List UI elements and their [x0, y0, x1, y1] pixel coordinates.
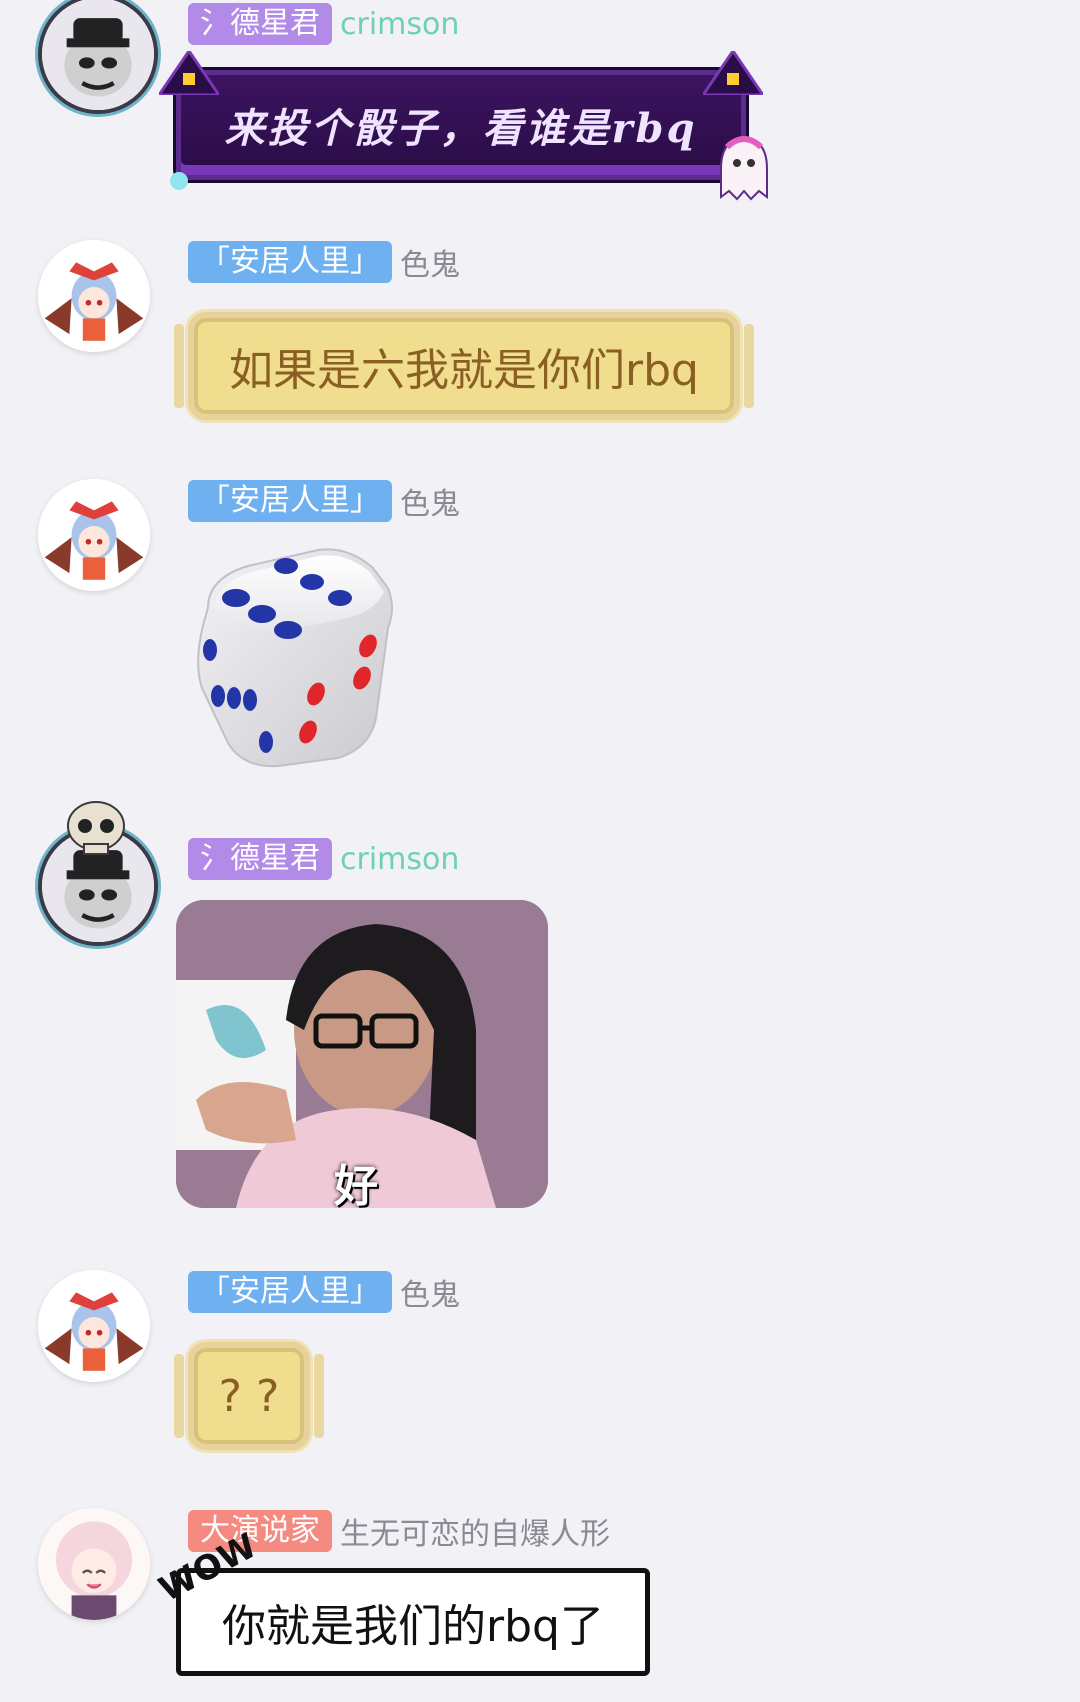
sender-row: 「安居人里」 色鬼 [188, 1270, 460, 1314]
user-avatar[interactable] [38, 479, 150, 591]
avatar-anime-girl-icon [38, 240, 150, 352]
user-avatar[interactable] [38, 240, 150, 352]
message-bubble[interactable]: 你就是我们的rbq了 [176, 1568, 650, 1676]
user-title-badge: 「安居人里」 [188, 480, 392, 522]
sender-row: 氵德星君 crimson [188, 2, 459, 46]
sender-row: 「安居人里」 色鬼 [188, 240, 460, 284]
message-text: ? ? [218, 1370, 280, 1422]
message-text: 如果是六我就是你们rbq [229, 345, 699, 396]
ghost-icon [720, 136, 768, 201]
dice-icon[interactable] [188, 548, 398, 768]
sender-nickname[interactable]: 色鬼 [400, 1270, 460, 1314]
message-bubble[interactable]: 如果是六我就是你们rbq [174, 312, 754, 420]
sender-nickname[interactable]: 色鬼 [400, 240, 460, 284]
message-bubble[interactable]: ? ? [174, 1342, 324, 1450]
sender-row: 「安居人里」 色鬼 [188, 479, 460, 523]
sticker-image[interactable]: 好 [176, 900, 548, 1208]
user-avatar[interactable] [38, 1508, 150, 1620]
skull-icon [67, 801, 125, 855]
message-bubble[interactable]: 来投个骰子，看谁是rbq [159, 51, 768, 201]
user-avatar[interactable] [38, 0, 158, 114]
user-avatar[interactable] [38, 1270, 150, 1382]
sticker-caption: 好 [334, 1161, 378, 1208]
avatar-anime-girl-icon [38, 1270, 150, 1382]
user-title-badge: 氵德星君 [188, 838, 332, 880]
avatar-anime-girl-icon [38, 479, 150, 591]
sender-nickname[interactable]: 色鬼 [400, 479, 460, 523]
avatar-pink-hair-girl-icon [38, 1508, 150, 1620]
user-title-badge: 「安居人里」 [188, 1271, 392, 1313]
sender-nickname[interactable]: crimson [340, 842, 459, 877]
user-title-badge: 「安居人里」 [188, 241, 392, 283]
message-text: 来投个骰子，看谁是rbq [224, 105, 698, 152]
message-text: 你就是我们的rbq了 [222, 1601, 604, 1652]
sender-nickname[interactable]: 生无可恋的自爆人形 [340, 1509, 610, 1553]
sender-nickname[interactable]: crimson [340, 7, 459, 42]
user-title-badge: 氵德星君 [188, 3, 332, 45]
sparkle-icon [170, 172, 188, 190]
avatar-jotaro-icon [42, 0, 154, 110]
sender-row: 氵德星君 crimson [188, 837, 459, 881]
